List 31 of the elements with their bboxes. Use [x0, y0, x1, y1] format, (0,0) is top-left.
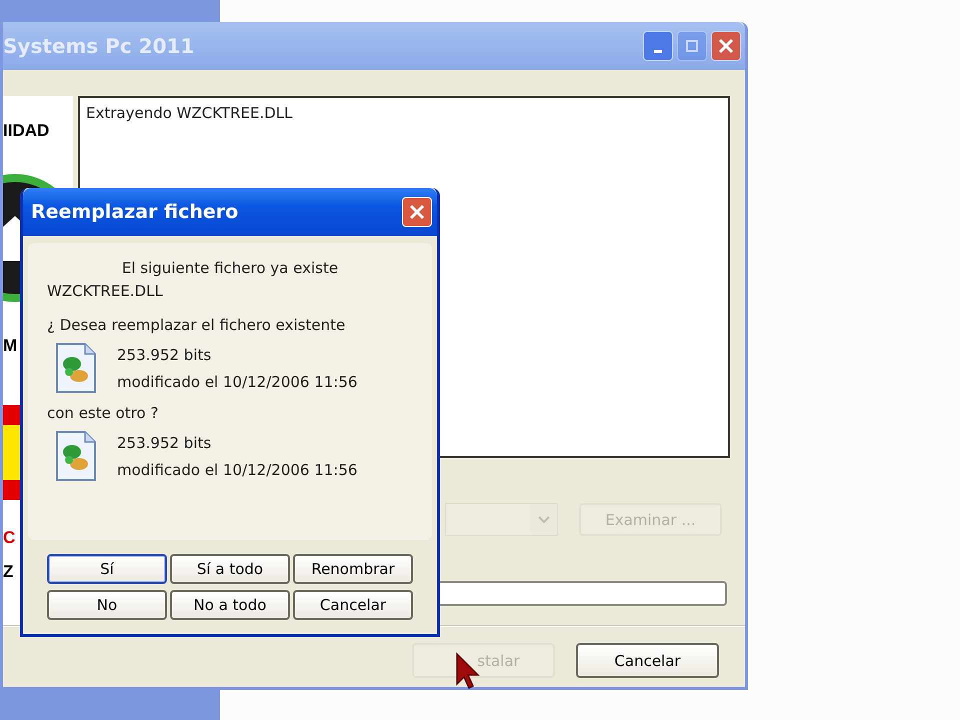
question-text: con este otro ? [47, 404, 160, 422]
close-button[interactable] [711, 31, 741, 61]
maximize-icon [685, 39, 699, 53]
minimize-button[interactable] [643, 31, 673, 61]
logo-text: M [3, 336, 18, 356]
dialog-button[interactable]: No [47, 590, 167, 620]
logo-text: IIDAD [3, 121, 50, 141]
file-date: modificado el 10/12/2006 11:56 [117, 372, 358, 390]
logo-text: C [3, 528, 16, 548]
close-icon [408, 203, 426, 221]
file-name: WZCKTREE.DLL [47, 282, 164, 300]
dialog-button[interactable]: No a todo [170, 590, 290, 620]
dialog-button[interactable]: Sí [47, 554, 167, 584]
file-icon [55, 342, 97, 394]
logo-text: Z [3, 562, 14, 582]
minimize-icon [654, 50, 662, 52]
window-title: Systems Pc 2011 [3, 34, 196, 58]
chevron-icon [538, 516, 550, 524]
close-icon [717, 37, 735, 55]
dialog-title: Reemplazar fichero [31, 201, 240, 223]
dialog-button[interactable]: Sí a todo [170, 554, 290, 584]
question-text: ¿ Desea reemplazar el fichero existente [47, 316, 346, 334]
message-text: El siguiente fichero ya existe [120, 259, 340, 277]
file-size: 253.952 bits [117, 434, 212, 452]
dialog-button[interactable]: Cancelar [293, 590, 413, 620]
dialog-button[interactable]: Renombrar [293, 554, 413, 584]
cancel-button[interactable]: Cancelar [576, 643, 719, 678]
file-size: 253.952 bits [117, 346, 212, 364]
log-line: Extrayendo WZCKTREE.DLL [86, 104, 294, 122]
file-date: modificado el 10/12/2006 11:56 [117, 460, 358, 478]
file-icon [55, 430, 97, 482]
